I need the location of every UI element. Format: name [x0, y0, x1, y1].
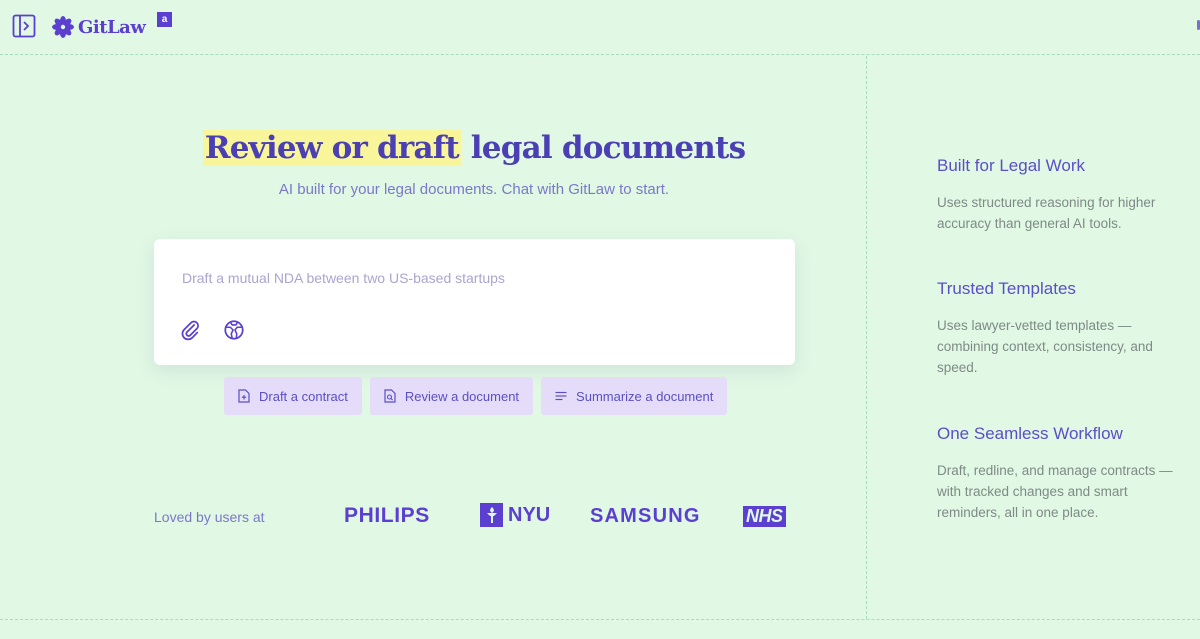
top-bar: GitLaw a — [0, 0, 1200, 55]
feature-seamless-workflow: One Seamless Workflow Draft, redline, an… — [937, 424, 1182, 523]
chip-label: Summarize a document — [576, 388, 714, 404]
flower-logo-icon — [52, 16, 74, 38]
page-headline: Review or draft legal documents — [0, 130, 948, 166]
file-search-icon — [384, 389, 396, 403]
file-plus-icon — [238, 389, 250, 403]
suggestion-chips: Draft a contract Review a document Summa… — [224, 377, 728, 415]
globe-icon — [224, 320, 244, 340]
feature-title: Trusted Templates — [937, 279, 1076, 298]
sidebar-toggle-button[interactable] — [12, 14, 36, 38]
philips-logo: PHILIPS — [344, 504, 430, 527]
loved-by-label: Loved by users at — [154, 509, 265, 525]
torch-icon — [480, 503, 503, 527]
lines-icon — [555, 391, 567, 401]
feature-title: Built for Legal Work — [937, 156, 1086, 175]
nyu-logo: NYU — [480, 503, 550, 527]
chip-label: Review a document — [404, 388, 520, 404]
feature-description: Uses structured reasoning for higher acc… — [937, 195, 1156, 231]
logo-text: GitLaw — [78, 16, 146, 38]
headline-rest: legal documents — [460, 130, 746, 166]
paperclip-icon — [181, 320, 199, 341]
feature-title: One Seamless Workflow — [937, 424, 1123, 443]
attach-button[interactable] — [179, 319, 201, 341]
prompt-card — [154, 239, 795, 365]
summarize-document-chip[interactable]: Summarize a document — [541, 377, 728, 415]
nyu-text: NYU — [508, 503, 551, 526]
feature-trusted-templates: Trusted Templates Uses lawyer-vetted tem… — [937, 279, 1182, 378]
headline-highlight: Review or draft — [202, 130, 461, 166]
nhs-logo: NHS — [743, 506, 786, 527]
chip-label: Draft a contract — [259, 388, 348, 404]
page-subheadline: AI built for your legal documents. Chat … — [278, 181, 670, 198]
review-document-chip[interactable]: Review a document — [369, 377, 534, 415]
samsung-logo: SAMSUNG — [590, 505, 701, 527]
prompt-input[interactable] — [182, 265, 762, 291]
logo-badge: a — [157, 12, 172, 27]
draft-contract-chip[interactable]: Draft a contract — [224, 377, 362, 415]
feature-description: Uses lawyer-vetted templates — combining… — [937, 318, 1153, 375]
panel-toggle-icon — [12, 14, 36, 38]
feature-legal-work: Built for Legal Work Uses structured rea… — [937, 156, 1182, 234]
gitlaw-logo[interactable]: GitLaw — [52, 14, 146, 40]
feature-description: Draft, redline, and manage contracts — w… — [937, 463, 1173, 520]
bottom-divider — [0, 619, 1200, 620]
web-search-button[interactable] — [223, 319, 245, 341]
